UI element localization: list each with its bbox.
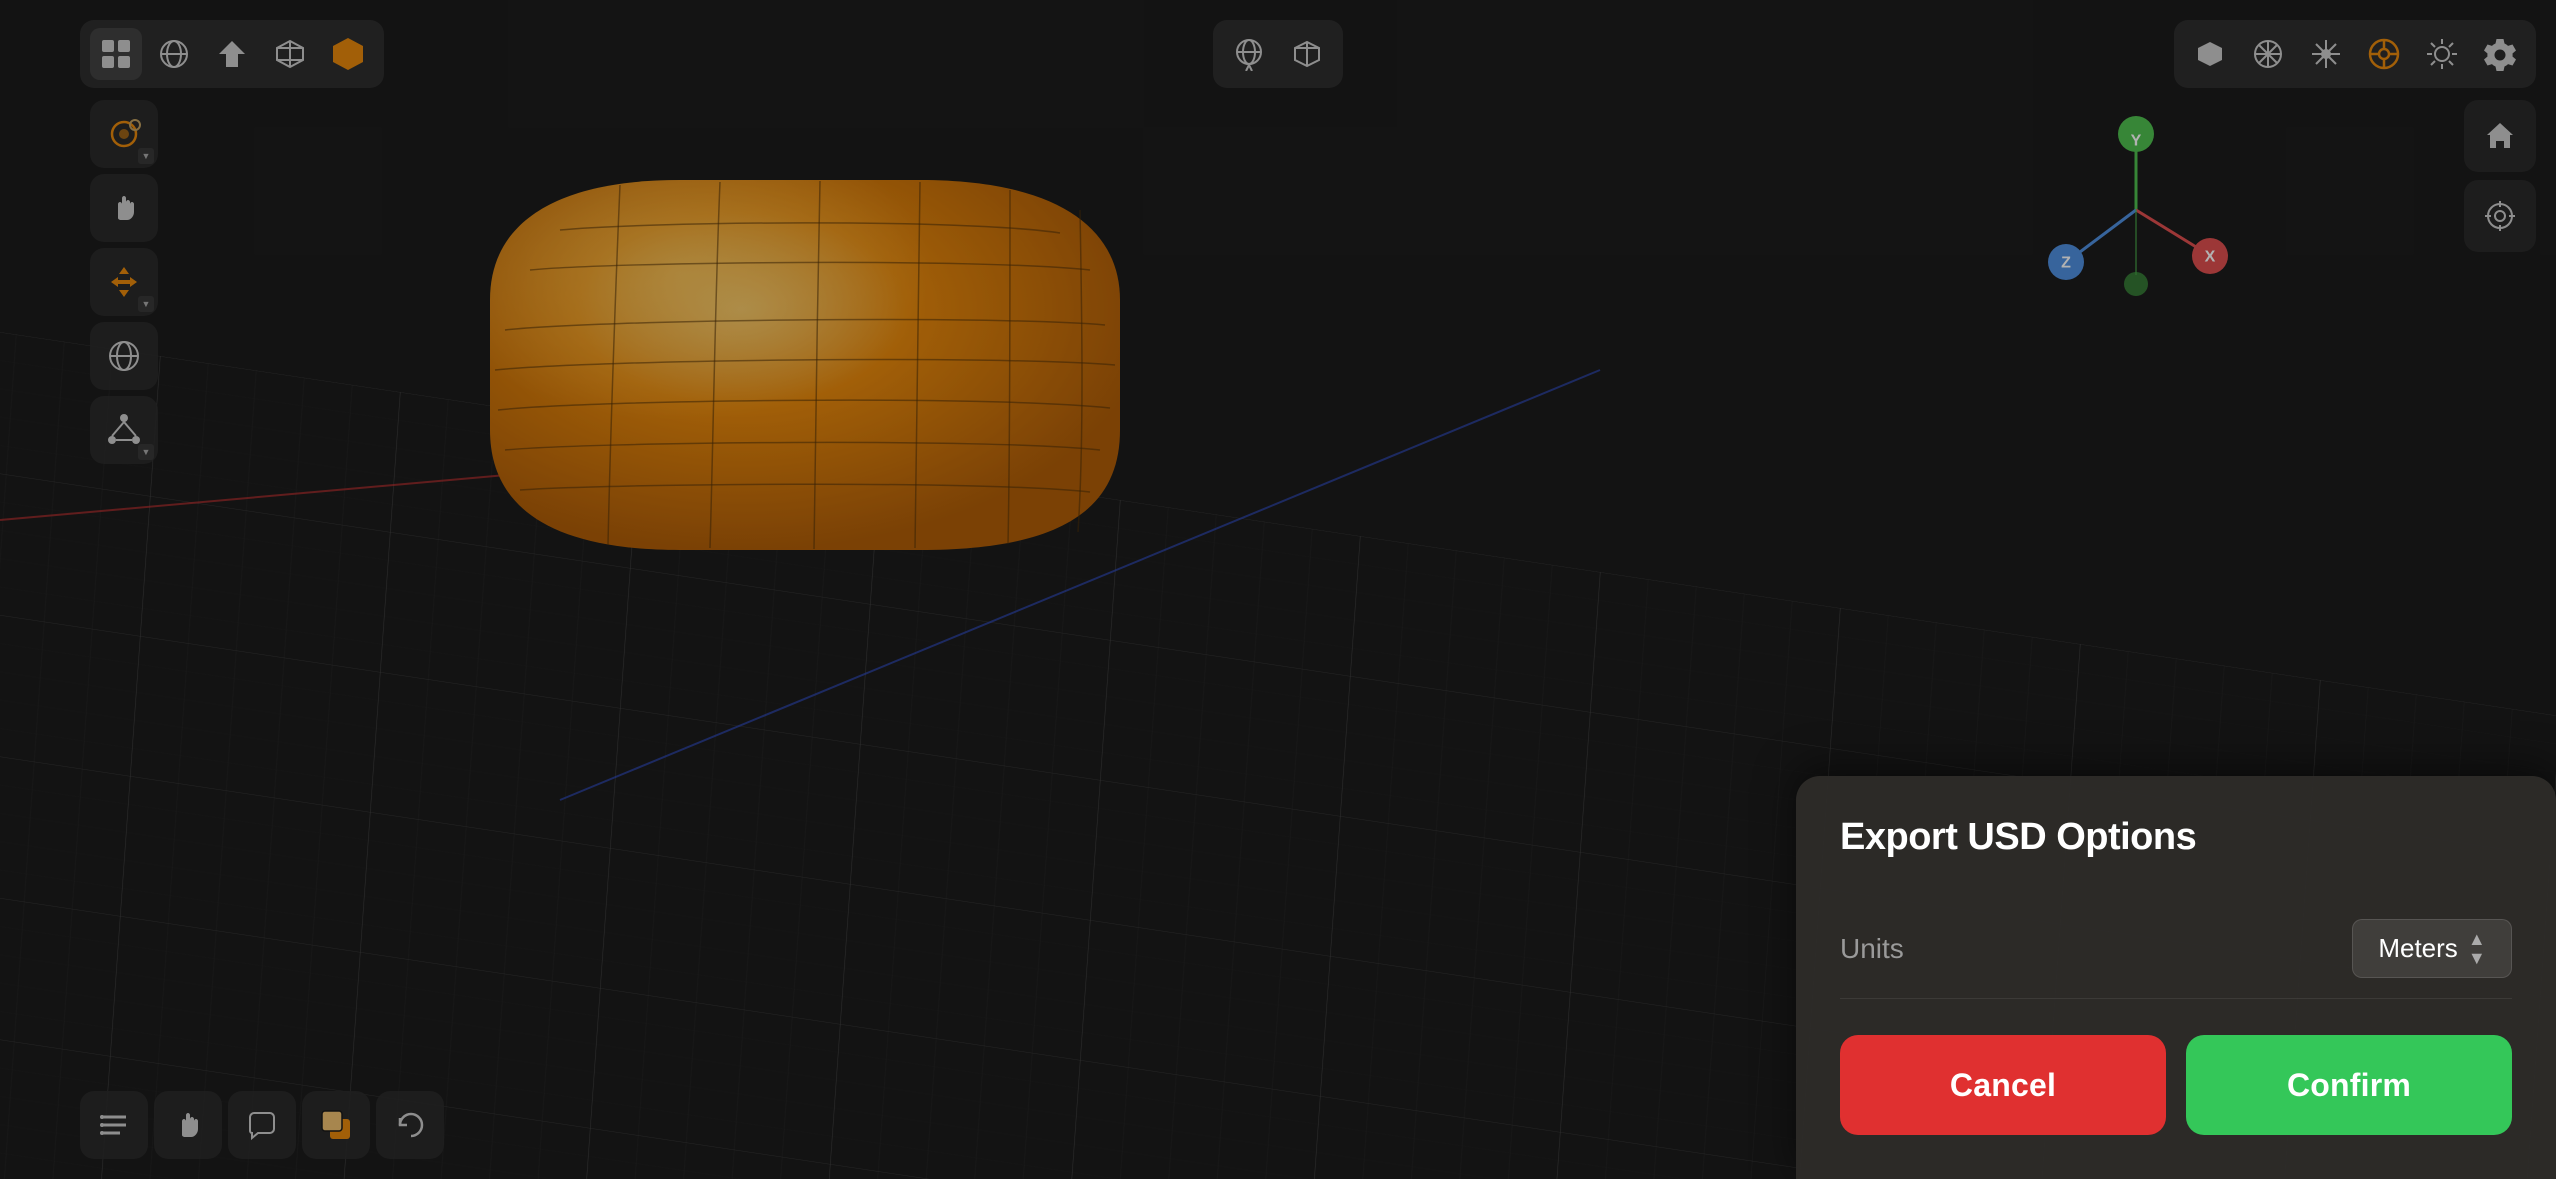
confirm-label: Confirm	[2287, 1067, 2411, 1104]
dialog-buttons: Cancel Confirm	[1840, 1035, 2512, 1135]
dialog-title: Export USD Options	[1840, 816, 2512, 859]
chevrons-icon: ▲ ▼	[2468, 930, 2486, 967]
cancel-label: Cancel	[1950, 1067, 2056, 1104]
units-select[interactable]: Meters ▲ ▼	[2352, 919, 2512, 978]
cancel-button[interactable]: Cancel	[1840, 1035, 2166, 1135]
units-row: Units Meters ▲ ▼	[1840, 899, 2512, 999]
export-dialog: Export USD Options Units Meters ▲ ▼ Canc…	[1796, 776, 2556, 1179]
confirm-button[interactable]: Confirm	[2186, 1035, 2512, 1135]
units-label: Units	[1840, 933, 1904, 965]
units-value: Meters	[2378, 933, 2457, 964]
